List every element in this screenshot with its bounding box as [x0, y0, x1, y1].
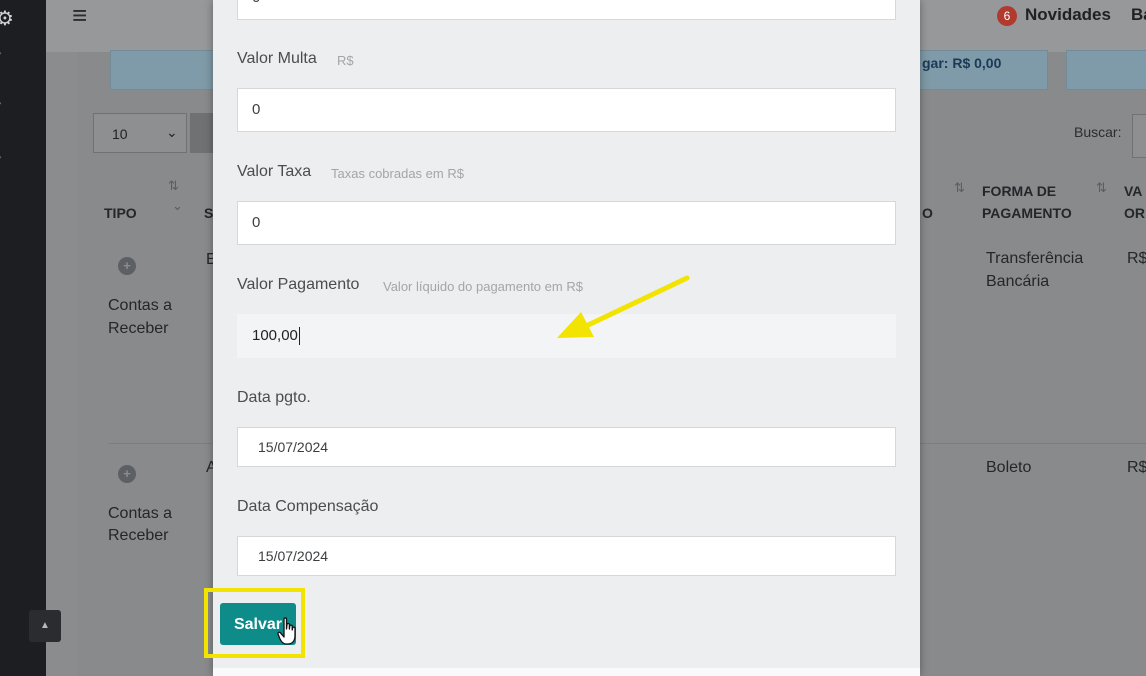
cell-tipo-line1: Contas a — [108, 297, 173, 314]
data-pgto-input[interactable]: 15/07/2024 — [237, 427, 896, 467]
scroll-up-button[interactable]: ▲ — [29, 610, 61, 642]
news-link[interactable]: Novidades — [1025, 5, 1111, 25]
gear-icon[interactable]: ⚙ — [0, 6, 14, 31]
page-size-select[interactable]: 10 ⌄ — [93, 113, 187, 153]
summary-payable-text: gar: R$ 0,00 — [922, 55, 1002, 71]
chevron-icon[interactable]: › — [0, 44, 2, 60]
summary-card-receivable — [110, 50, 222, 90]
text-caret — [298, 327, 300, 346]
summary-card-payable: gar: R$ 0,00 — [918, 50, 1048, 90]
expand-row-icon[interactable]: + — [118, 257, 136, 275]
cell-tipo-line2: Receber — [108, 320, 169, 337]
chevron-icon[interactable]: › — [0, 94, 2, 110]
cell-tipo-line2: Receber — [108, 527, 169, 544]
sort-icon[interactable]: ⇅ — [954, 180, 965, 196]
column-header-s[interactable]: S — [204, 202, 213, 224]
column-header-forma-line2[interactable]: PAGAMENTO — [982, 202, 1072, 224]
cell-forma-line1: Transferência — [986, 250, 1084, 267]
column-header-valor-line1[interactable]: VA — [1124, 180, 1142, 202]
data-compensacao-input[interactable]: 15/07/2024 — [237, 536, 896, 576]
column-header-o[interactable]: O — [922, 202, 933, 224]
modal-footer — [213, 668, 920, 676]
chevron-down-icon: ⌄ — [172, 198, 183, 213]
taxa-label: Valor Taxa — [237, 163, 312, 180]
search-label: Buscar: — [1074, 124, 1122, 140]
sidebar: ⚙ › › › ▲ — [0, 0, 61, 676]
column-header-forma-line1[interactable]: FORMA DE — [982, 180, 1056, 202]
data-compensacao-label: Data Compensação — [237, 498, 379, 515]
scroll-up-icon: ▲ — [40, 620, 50, 631]
pagamento-hint: Valor líquido do pagamento em R$ — [383, 279, 583, 294]
hand-cursor-icon — [277, 617, 296, 645]
chevron-down-icon: ⌄ — [166, 124, 178, 140]
sort-icon[interactable]: ⇅ — [1096, 180, 1107, 196]
cell-tipo-line1: Contas a — [108, 505, 173, 522]
multa-label: Valor Multa — [237, 50, 317, 67]
cell-forma-line2: Bancária — [986, 273, 1050, 290]
pagamento-label: Valor Pagamento — [237, 276, 360, 293]
data-pgto-label: Data pgto. — [237, 389, 311, 406]
chevron-icon[interactable]: › — [0, 148, 2, 164]
previous-field-input[interactable]: 0 — [237, 0, 896, 20]
column-header-tipo[interactable]: TIPO — [104, 202, 137, 224]
expand-row-icon[interactable]: + — [118, 465, 136, 483]
taxa-hint: Taxas cobradas em R$ — [331, 166, 464, 181]
multa-hint: R$ — [337, 53, 354, 68]
payment-modal: 0 Valor Multa R$ 0 Valor Taxa Taxas cobr… — [204, 0, 920, 676]
news-count-badge[interactable]: 6 — [997, 6, 1017, 26]
cell-valor: R$ — [1127, 250, 1146, 267]
cell-forma-line1: Boleto — [986, 459, 1032, 476]
column-header-valor-line2[interactable]: OR — [1124, 202, 1145, 224]
hamburger-icon[interactable]: ≡ — [72, 2, 87, 28]
search-input[interactable] — [1132, 114, 1146, 158]
cell-valor: R$ — [1127, 459, 1146, 476]
pagamento-input[interactable]: 100,00 — [237, 314, 896, 358]
page-size-value: 10 — [112, 126, 128, 142]
multa-input[interactable]: 0 — [237, 88, 896, 132]
user-menu[interactable]: Ba — [1131, 5, 1146, 25]
pagamento-value: 100,00 — [252, 327, 298, 344]
taxa-input[interactable]: 0 — [237, 201, 896, 245]
summary-card-balance — [1066, 50, 1146, 90]
sort-icon[interactable]: ⇅ — [168, 178, 179, 194]
